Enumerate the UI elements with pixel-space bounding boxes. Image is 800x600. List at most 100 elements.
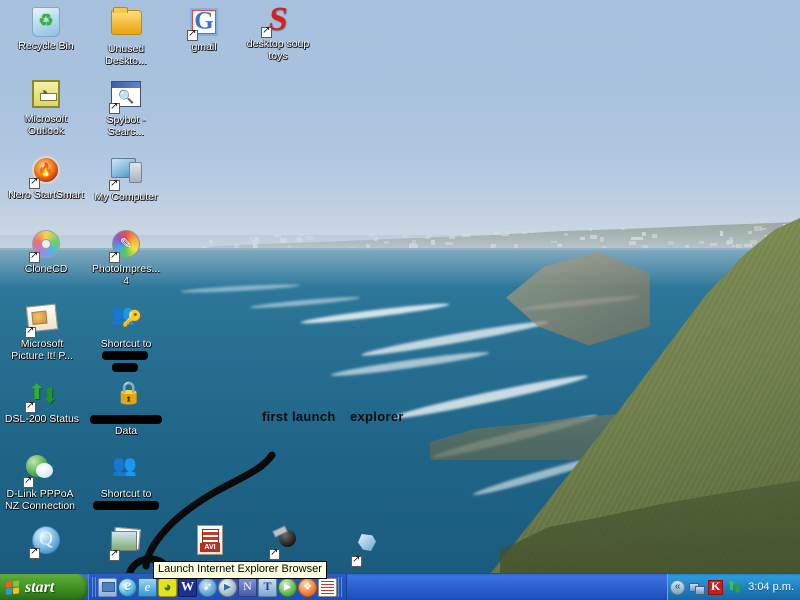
desktop-icon-label: desktop soup toys (246, 38, 310, 62)
shortcut-arrow-icon (187, 28, 198, 41)
internet-explorer-icon[interactable] (118, 577, 137, 597)
desktop-icon-label: Unused Deskto... (105, 43, 147, 67)
msn-explorer-icon[interactable] (138, 577, 157, 597)
desktop-icon-label-line1: Shortcut to (100, 338, 152, 350)
desktop-icon-shortcut-to-redacted-1[interactable]: 🔑 Shortcut to (88, 302, 164, 374)
system-tray: 3:04 p.m. (667, 574, 800, 600)
redaction-bar (101, 351, 148, 361)
redaction-bar (90, 414, 162, 424)
desktop-icon-unused-desktop[interactable]: Unused Deskto... (88, 6, 164, 67)
text-tool-icon[interactable] (258, 577, 277, 597)
desktop-icon-recycle-bin[interactable]: Recycle Bin (8, 6, 84, 53)
desktop-icon-label: DSL-200 Status (4, 413, 80, 425)
desktop-icon-dsl-200-status[interactable]: DSL-200 Status (4, 378, 80, 426)
play-icon[interactable] (278, 577, 297, 597)
photos-shortcut-icon (109, 528, 142, 561)
desktop-icon-photos-shortcut[interactable] (88, 524, 164, 562)
key-icon: 🔑 (122, 311, 142, 328)
collapse-tray-chevron-icon[interactable] (670, 579, 686, 595)
desktop-icon-clonecd[interactable]: CloneCD (8, 228, 84, 276)
swoosh-icon[interactable] (198, 577, 217, 597)
desktop-icon-shortcut-to-redacted-2[interactable]: Shortcut to (88, 452, 164, 512)
recycle-bin-icon (30, 7, 62, 39)
onenote-icon[interactable] (238, 577, 257, 597)
desktop-icon-gmail[interactable]: gmail (166, 6, 242, 54)
desktop-icon-microsoft-outlook[interactable]: Microsoft Outlook (8, 78, 84, 137)
shortcut-to-redacted-1-icon: 🔑 (110, 303, 142, 337)
desktop-icon-label: Shortcut to (88, 338, 164, 374)
word-icon[interactable] (178, 577, 197, 597)
redaction-bar (111, 362, 138, 372)
desktop-icon-photoimpression-4[interactable]: PhotoImpres... 4 (88, 228, 164, 287)
photoimpression-4-icon (109, 230, 142, 263)
clonecd-icon (29, 230, 62, 263)
webcam-shortcut-icon (269, 527, 302, 560)
document-icon[interactable] (318, 577, 337, 597)
shortcut-arrow-icon (109, 178, 120, 191)
start-button[interactable]: start (0, 574, 88, 600)
desktop-icon-quicktime-shortcut[interactable] (8, 524, 84, 560)
spybot-search-icon (109, 81, 142, 114)
microsoft-picture-it-icon (25, 303, 59, 338)
desktop-icon-data-redacted[interactable]: Data (88, 378, 164, 437)
desktop-icon-nero-startsmart[interactable]: Nero StartSmart (8, 154, 84, 202)
d-link-pppoa-icon (23, 455, 56, 488)
data-redacted-icon (110, 380, 142, 412)
desktop-icon-d-link-pppoa[interactable]: D-Link PPPoA NZ Connection (2, 452, 78, 512)
task-area-grip[interactable] (338, 577, 343, 597)
my-computer-icon (109, 158, 142, 191)
media-player-icon[interactable] (218, 577, 237, 597)
fragment-shortcut-icon (351, 534, 384, 567)
shortcut-arrow-icon (29, 176, 40, 189)
desktop-icon-label: PhotoImpres... 4 (91, 263, 161, 287)
taskbar: start 3:04 p.m. (0, 573, 800, 600)
quick-launch-grip[interactable] (92, 577, 97, 597)
desktop-icon-microsoft-picture-it[interactable]: Microsoft Picture It! P... (4, 302, 80, 362)
desktop-icon-my-computer[interactable]: My Computer (88, 154, 164, 204)
network-connection-icon[interactable] (689, 580, 706, 595)
desktop-icon-fragment-shortcut[interactable] (330, 530, 406, 568)
microsoft-outlook-icon (30, 80, 62, 112)
ie-tooltip: Launch Internet Explorer Browser (153, 561, 327, 579)
desktop-icon-label: Microsoft Picture It! P... (11, 338, 73, 362)
folder-glyph (110, 7, 142, 35)
desktop-icon-label: CloneCD (24, 263, 68, 275)
desktop-icon-label: D-Link PPPoA NZ Connection (4, 488, 76, 512)
desktop-soup-toys-icon (261, 5, 294, 38)
orange-app-icon[interactable] (298, 577, 317, 597)
shortcut-arrow-icon (109, 250, 120, 263)
people-glyph: 🔑 (111, 303, 142, 331)
people2-glyph (111, 453, 141, 481)
unused-desktop-icon (110, 7, 142, 42)
shortcut-to-redacted-2-icon (110, 453, 142, 487)
task-button-area[interactable] (347, 574, 667, 600)
start-button-label: start (25, 578, 55, 596)
show-desktop-icon[interactable] (98, 577, 117, 597)
desktop-icon-label: gmail (191, 41, 217, 53)
avi-label: AVI (200, 543, 220, 552)
shortcut-arrow-icon (25, 325, 36, 338)
shortcut-arrow-icon (109, 101, 120, 114)
desktop-icon-desktop-soup-toys[interactable]: desktop soup toys (240, 4, 316, 62)
shortcut-arrow-icon (23, 475, 34, 488)
nero-startsmart-icon (29, 156, 62, 189)
desktop-icon-label: Microsoft Outlook (24, 113, 68, 137)
desktop-icon-spybot-search[interactable]: Spybot - Searc... (88, 78, 164, 138)
desktop-icon-label: Nero StartSmart (8, 189, 84, 201)
lock-glyph (113, 380, 142, 408)
avi-glyph: AVI (197, 525, 223, 555)
messenger-icon[interactable] (158, 577, 177, 597)
recycle-glyph (32, 7, 60, 37)
avi-video-file-icon: AVI (194, 525, 226, 557)
taskbar-clock[interactable]: 3:04 p.m. (746, 581, 794, 593)
quicktime-shortcut-icon (29, 526, 62, 559)
desktop-icon-avi-video-file[interactable]: AVI (172, 524, 248, 559)
desktop-icon-webcam-shortcut[interactable] (248, 524, 324, 561)
network-traffic-icon[interactable] (726, 578, 743, 597)
shortcut-arrow-icon (351, 554, 362, 567)
gmail-icon (187, 8, 220, 41)
redaction-bar (93, 501, 159, 511)
shortcut-arrow-icon (29, 250, 40, 263)
antivirus-icon[interactable] (708, 579, 724, 595)
shortcut-arrow-icon (109, 548, 120, 561)
